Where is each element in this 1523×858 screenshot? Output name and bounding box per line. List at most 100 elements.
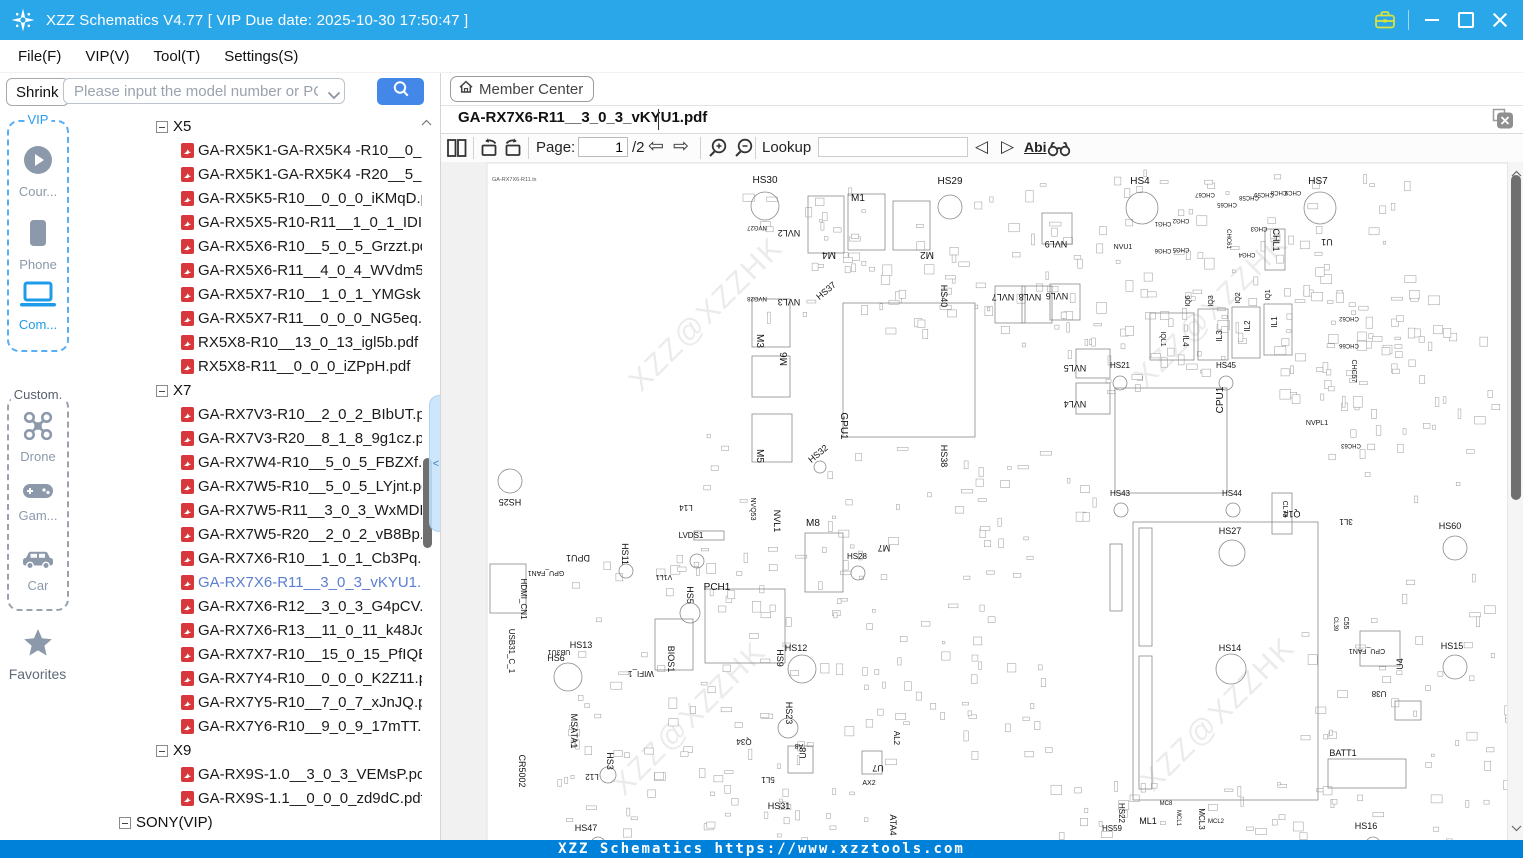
- file-tree-panel: X5 GA-RX5K1-GA-RX5K4 -R10__0_0_ GA-RX5K1-G…: [75, 110, 440, 840]
- tree-file-GA-RX7X7-R10-15-0-15-PfIQ[interactable]: GA-RX7X7-R10__15_0_15_PfIQB.p: [75, 644, 422, 668]
- tree-file-GA-RX5X6-R11-4-0-4-WVdm5-[interactable]: GA-RX5X6-R11__4_0_4_WVdm5.p: [75, 260, 422, 284]
- tree-node-SONY-VIP-[interactable]: SONY(VIP): [75, 812, 422, 836]
- member-center-button[interactable]: Member Center: [450, 76, 595, 102]
- binoculars-icon[interactable]: [1047, 141, 1071, 162]
- scroll-down-icon[interactable]: [1511, 820, 1522, 838]
- sidebar-item-phone[interactable]: Phone: [9, 217, 67, 272]
- svg-text:HS31: HS31: [768, 801, 791, 811]
- svg-text:CHG1: CHG1: [1154, 220, 1171, 226]
- collapse-icon[interactable]: [156, 385, 168, 397]
- svg-text:NVQ53: NVQ53: [749, 498, 756, 521]
- tree-file-GA-RX7X6-R12-3-0-3-G4pCV-[interactable]: GA-RX7X6-R12__3_0_3_G4pCV.pc: [75, 596, 422, 620]
- collapse-icon[interactable]: [119, 817, 131, 829]
- close-button[interactable]: [1483, 0, 1517, 40]
- tree-file-GA-RX5K1-GA-RX5K4-R20-5-[interactable]: GA-RX5K1-GA-RX5K4 -R20__5_0_: [75, 164, 422, 188]
- svg-text:Q34: Q34: [736, 737, 752, 746]
- menu-item-tool[interactable]: Tool(T): [154, 48, 201, 65]
- collapse-icon[interactable]: [156, 745, 168, 757]
- pdf-scrollbar[interactable]: [1507, 162, 1523, 840]
- svg-text:AL2: AL2: [892, 731, 901, 746]
- tree-file-GA-RX5X6-R10-5-0-5-Grzzt-[interactable]: GA-RX5X6-R10__5_0_5_Grzzt.pdf: [75, 236, 422, 260]
- tree-file-GA-RX7V3-R20-8-1-8-9g1cz-[interactable]: GA-RX7V3-R20__8_1_8_9g1cz.pdf: [75, 428, 422, 452]
- tree-file-RX5X8-R11-0-0-0-iZPpH-pdf[interactable]: RX5X8-R11__0_0_0_iZPpH.pdf: [75, 356, 422, 380]
- two-page-view-icon[interactable]: [446, 137, 468, 164]
- sidebar-item-favorites[interactable]: Favorites: [0, 628, 75, 682]
- tree-file-GA-RX7Y6-R10-9-0-9-17mTT-[interactable]: GA-RX7Y6-R10__9_0_9_17mTT.pd: [75, 716, 422, 740]
- collapse-icon[interactable]: [156, 121, 168, 133]
- search-prev-icon[interactable]: ◁: [975, 136, 988, 158]
- pdf-tab[interactable]: GA-RX7X6-R11__3_0_3_vKYU1.pdf: [458, 109, 707, 126]
- search-input[interactable]: [63, 78, 345, 104]
- svg-text:M2: M2: [920, 249, 934, 260]
- tree-file-GA-RX5K1-GA-RX5K4-R10-0-[interactable]: GA-RX5K1-GA-RX5K4 -R10__0_0_: [75, 140, 422, 164]
- svg-text:NVPL1: NVPL1: [1306, 420, 1328, 427]
- search-next-icon[interactable]: ▷: [1001, 136, 1014, 158]
- tree-file-GA-RX7Y4-R10-0-0-0-K2Z11-[interactable]: GA-RX7Y4-R10__0_0_0_K2Z11.pd: [75, 668, 422, 692]
- pdf-icon: [181, 215, 194, 230]
- rotate-left-icon[interactable]: [479, 137, 500, 163]
- tree-file-GA-RX9S-1-1-0-0-0-zd9dC-p[interactable]: GA-RX9S-1.1__0_0_0_zd9dC.pdf: [75, 788, 422, 812]
- zoom-out-icon[interactable]: [733, 137, 755, 164]
- tree-file-GA-RX7Y5-R10-7-0-7-xJnJQ-[interactable]: GA-RX7Y5-R10__7_0_7_xJnJQ.pdf: [75, 692, 422, 716]
- sidebar-item-cour[interactable]: Cour...: [9, 144, 67, 199]
- svg-text:HS60: HS60: [1439, 521, 1462, 531]
- tree-node-X9[interactable]: X9: [75, 740, 422, 764]
- panel-collapse-handle[interactable]: <: [429, 395, 440, 532]
- search-row: Shrink: [0, 73, 440, 110]
- tree-file-GA-RX7W5-R10-5-0-5-LYjnt-[interactable]: GA-RX7W5-R10__5_0_5_LYjnt.pdf: [75, 476, 422, 500]
- tree-file-GA-RX5X5-R10-R11-1-0-1-ID[interactable]: GA-RX5X5-R10-R11__1_0_1_IDIN: [75, 212, 422, 236]
- chevron-down-icon[interactable]: [327, 87, 341, 105]
- svg-text:NVL4: NVL4: [1064, 399, 1087, 409]
- window-title: XZZ Schematics V4.77 [ VIP Due date: 202…: [46, 11, 469, 29]
- sidebar-item-car[interactable]: Car: [9, 547, 67, 593]
- menu-item-settings[interactable]: Settings(S): [224, 48, 298, 65]
- tree-scroll-up-icon[interactable]: [421, 113, 432, 131]
- laptop-icon: [19, 280, 57, 314]
- next-page-icon[interactable]: ⇨: [673, 136, 689, 158]
- pdf-icon: [181, 407, 194, 422]
- tree-file-RX5X8-R10-13-0-13-igl5b-p[interactable]: RX5X8-R10__13_0_13_igl5b.pdf: [75, 332, 422, 356]
- svg-text:M7: M7: [878, 543, 891, 553]
- svg-text:HS45: HS45: [1216, 361, 1237, 370]
- pdf-icon: [181, 479, 194, 494]
- sidebar-item-com[interactable]: Com...: [9, 280, 67, 332]
- shrink-button[interactable]: Shrink: [6, 78, 69, 106]
- lookup-input[interactable]: [818, 137, 968, 157]
- page-input[interactable]: [578, 137, 628, 157]
- sidebar-item-drone[interactable]: Drone: [9, 411, 67, 464]
- tree-file-GA-RX7W5-R20-2-0-2-vB8Bp-[interactable]: GA-RX7W5-R20__2_0_2_vB8Bp.pc: [75, 524, 422, 548]
- schematic-canvas[interactable]: GA-RX7X6-R11.txXZZ@XZZHKXZZ@XZZHKXZZ@XZZ…: [441, 162, 1523, 840]
- tree-node-X7[interactable]: X7: [75, 380, 422, 404]
- tree-node-X5[interactable]: X5: [75, 116, 422, 140]
- search-button[interactable]: [377, 78, 424, 105]
- maximize-button[interactable]: [1449, 0, 1483, 40]
- minimize-button[interactable]: [1415, 0, 1449, 40]
- tree-file-GA-RX7X6-R11-3-0-3-vKYU1-[interactable]: GA-RX7X6-R11__3_0_3_vKYU1.pd: [75, 572, 422, 596]
- prev-page-icon[interactable]: ⇦: [648, 136, 664, 158]
- sidebar-item-gam[interactable]: Gam...: [9, 482, 67, 523]
- pdf-scrollbar-thumb[interactable]: [1511, 175, 1521, 500]
- svg-text:HS9: HS9: [775, 649, 785, 667]
- svg-text:HS11: HS11: [620, 543, 630, 565]
- tree-file-GA-RX5K5-R10-0-0-0-iKMqD-[interactable]: GA-RX5K5-R10__0_0_0_iKMqD.pc: [75, 188, 422, 212]
- menu-item-file[interactable]: File(F): [18, 48, 61, 65]
- zoom-in-icon[interactable]: [707, 137, 729, 164]
- tree-file-GA-RX5X7-R11-0-0-0-NG5eq-[interactable]: GA-RX5X7-R11__0_0_0_NG5eq.pc: [75, 308, 422, 332]
- svg-text:GPU1: GPU1: [838, 412, 849, 440]
- close-tab-icon[interactable]: [1492, 108, 1514, 135]
- svg-text:IL1: IL1: [1270, 316, 1279, 328]
- svg-text:IQ3: IQ3: [1208, 295, 1215, 306]
- tree-file-GA-RX7V3-R10-2-0-2-BIbUT-[interactable]: GA-RX7V3-R10__2_0_2_BIbUT.pdf: [75, 404, 422, 428]
- menu-item-vip[interactable]: VIP(V): [85, 48, 129, 65]
- briefcase-icon[interactable]: [1368, 0, 1402, 40]
- tree-file-GA-RX7W5-R11-3-0-3-WxMDK-[interactable]: GA-RX7W5-R11__3_0_3_WxMDK.: [75, 500, 422, 524]
- rotate-right-icon[interactable]: [502, 137, 523, 163]
- tree-file-GA-RX7X6-R13-11-0-11-k48J[interactable]: GA-RX7X6-R13__11_0_11_k48Jc.p: [75, 620, 422, 644]
- pdf-icon: [181, 263, 194, 278]
- tree-file-GA-RX5X7-R10-1-0-1-YMGsk-[interactable]: GA-RX5X7-R10__1_0_1_YMGsk.pc: [75, 284, 422, 308]
- abi-case-button[interactable]: Abi: [1024, 139, 1047, 155]
- tree-file-GA-RX9S-1-0-3-0-3-VEMsP-p[interactable]: GA-RX9S-1.0__3_0_3_VEMsP.pdf: [75, 764, 422, 788]
- tree-file-GA-RX7X6-R10-1-0-1-Cb3Pq-[interactable]: GA-RX7X6-R10__1_0_1_Cb3Pq.pd: [75, 548, 422, 572]
- tree-file-GA-RX7W4-R10-5-0-5-FBZXf-[interactable]: GA-RX7W4-R10__5_0_5_FBZXf.pd: [75, 452, 422, 476]
- pdf-icon: [181, 431, 194, 446]
